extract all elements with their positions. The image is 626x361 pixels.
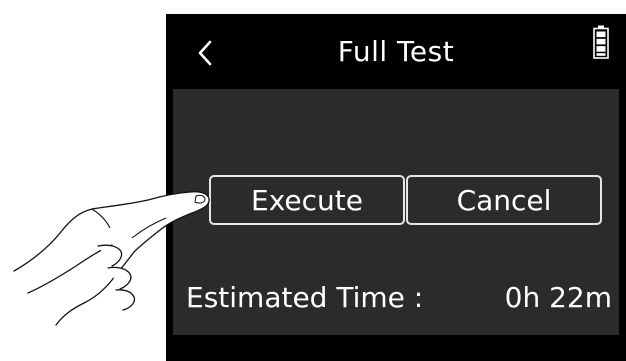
estimated-time-row: Estimated Time : 0h 22m (186, 278, 612, 318)
device-screen: Full Test Execute Cancel Estimated Time … (166, 14, 626, 361)
execute-button[interactable]: Execute (209, 175, 405, 225)
dialog-panel: Execute Cancel Estimated Time : 0h 22m (173, 89, 619, 335)
page-title: Full Test (337, 35, 455, 68)
battery-full-icon (593, 25, 609, 59)
header-bar: Full Test (166, 14, 626, 88)
estimated-time-label: Estimated Time : (186, 281, 424, 314)
cancel-button[interactable]: Cancel (406, 175, 602, 225)
estimated-time-value: 0h 22m (504, 281, 612, 314)
